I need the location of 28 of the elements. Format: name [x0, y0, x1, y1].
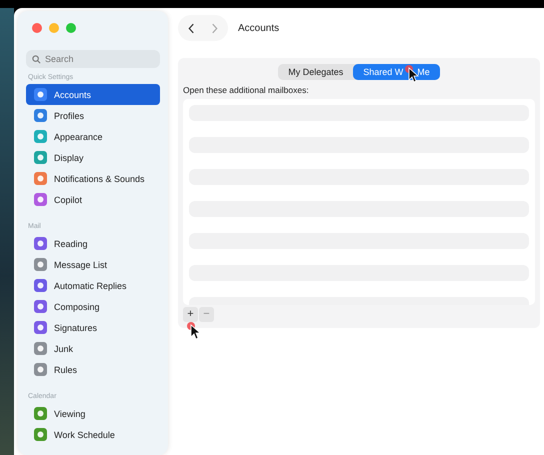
search-icon — [32, 55, 41, 64]
sidebar-item[interactable]: Profiles — [26, 105, 160, 126]
tab[interactable]: My Delegates — [278, 64, 354, 80]
sidebar-item[interactable]: Automatic Replies — [26, 275, 160, 296]
cursor-icon — [405, 65, 419, 83]
sidebar-item[interactable]: Junk — [26, 338, 160, 359]
window-title: Accounts — [238, 22, 280, 34]
minimize-button[interactable] — [49, 23, 59, 33]
forward-icon[interactable] — [211, 22, 218, 34]
back-icon[interactable] — [188, 22, 195, 34]
zoom-button[interactable] — [66, 23, 76, 33]
sidebar-item[interactable]: Message List — [26, 254, 160, 275]
sidebar-item[interactable]: Accounts — [26, 84, 160, 105]
sidebar-item[interactable]: Viewing — [26, 403, 160, 424]
tab[interactable]: Shared W Me — [353, 64, 440, 80]
sidebar-item[interactable]: Reading — [26, 233, 160, 254]
list-label: Open these additional mailboxes: — [183, 85, 310, 95]
close-button[interactable] — [32, 23, 42, 33]
sidebar-item[interactable]: Composing — [26, 296, 160, 317]
sidebar-item[interactable]: Signatures — [26, 317, 160, 338]
search-field[interactable]: Search — [26, 50, 160, 68]
add-button[interactable]: + — [183, 307, 198, 322]
sidebar-item[interactable]: Appearance — [26, 126, 160, 147]
sidebar-item[interactable]: Work Schedule — [26, 424, 160, 445]
sidebar-item[interactable]: Rules — [26, 359, 160, 380]
sidebar-item[interactable]: Copilot — [26, 189, 160, 210]
sidebar-item[interactable]: Display — [26, 147, 160, 168]
sidebar-item[interactable]: Notifications & Sounds — [26, 168, 160, 189]
